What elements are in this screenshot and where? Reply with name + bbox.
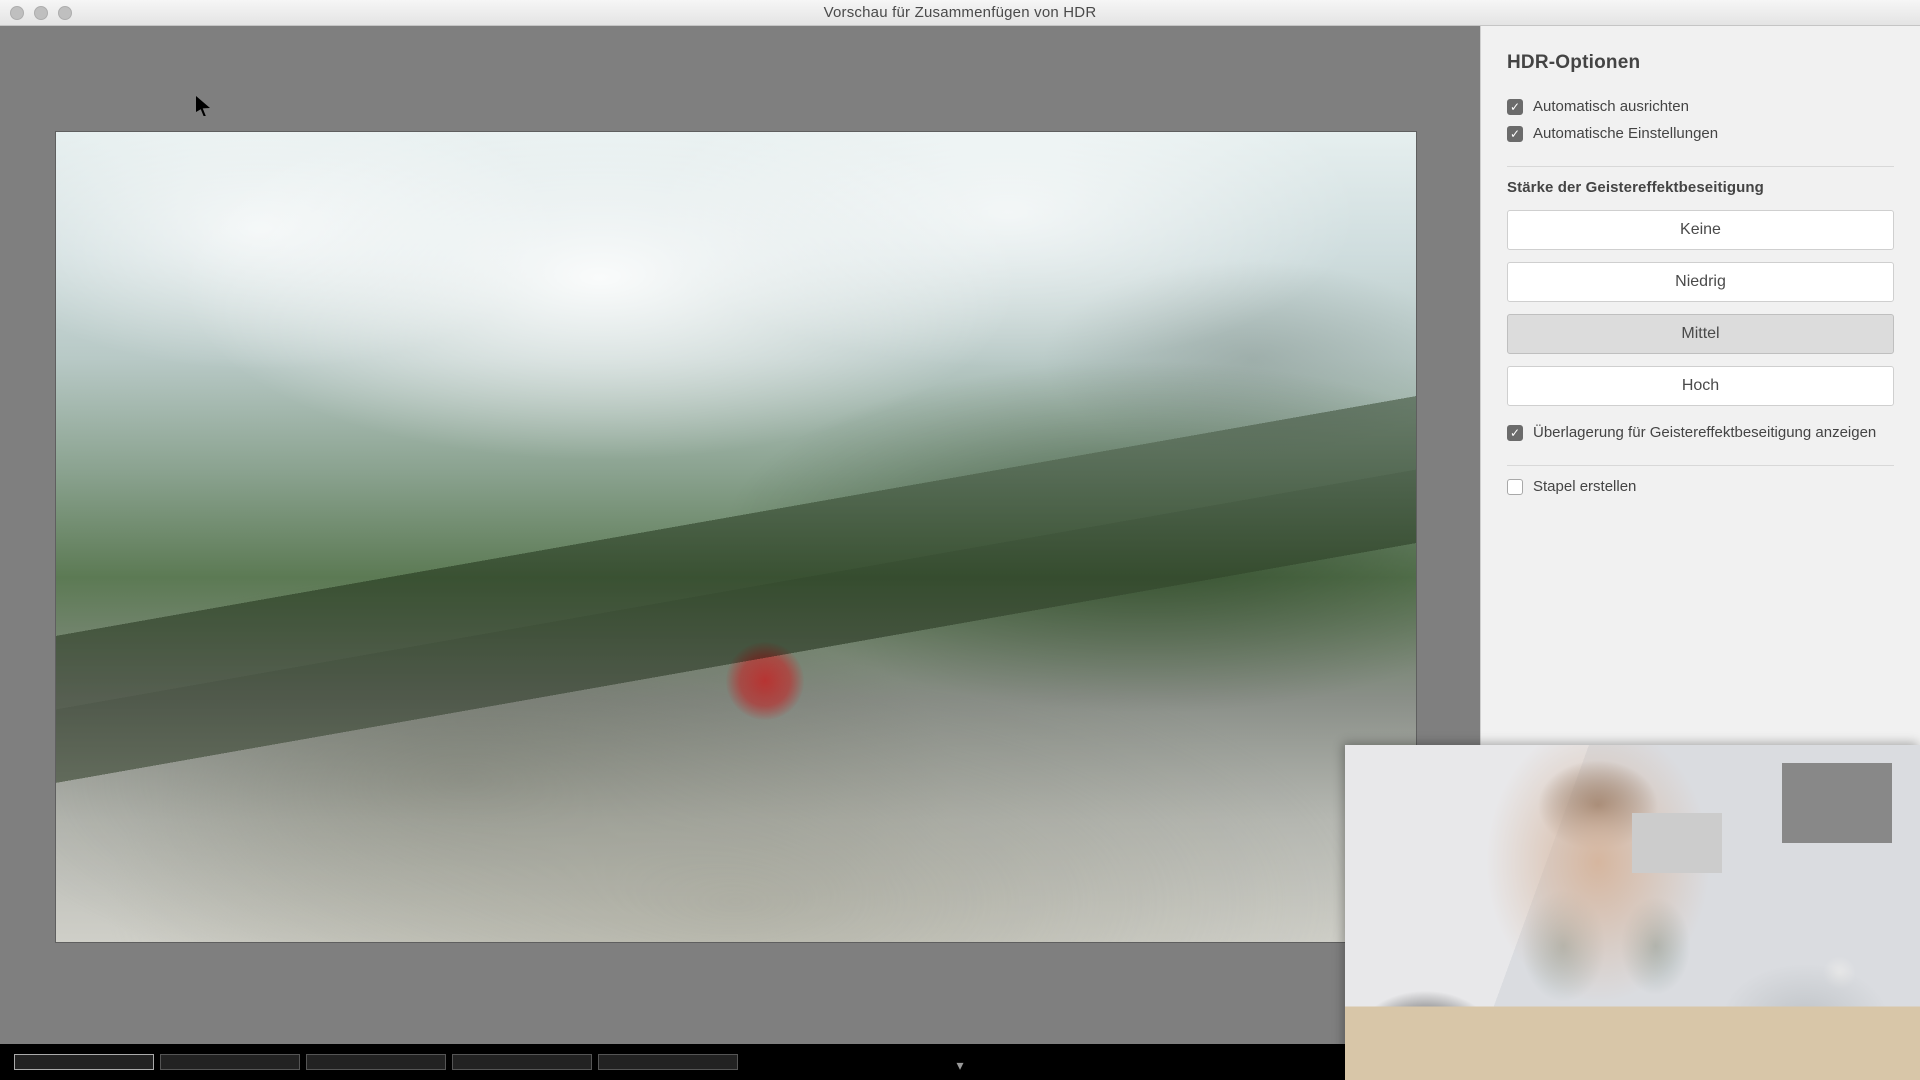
divider bbox=[1507, 465, 1894, 466]
merged-hdr-preview-image[interactable] bbox=[56, 132, 1416, 942]
window-title: Vorschau für Zusammenfügen von HDR bbox=[824, 4, 1097, 21]
filmstrip-thumb[interactable] bbox=[452, 1054, 592, 1070]
filmstrip-thumb[interactable] bbox=[160, 1054, 300, 1070]
presenter-webcam-overlay bbox=[1345, 745, 1920, 1080]
divider bbox=[1507, 166, 1894, 167]
show-deghost-overlay-option[interactable]: Überlagerung für Geistereffektbeseitigun… bbox=[1507, 424, 1894, 441]
auto-align-label: Automatisch ausrichten bbox=[1533, 98, 1689, 115]
close-icon[interactable] bbox=[10, 6, 24, 20]
deghost-high-button[interactable]: Hoch bbox=[1507, 366, 1894, 406]
create-stack-label: Stapel erstellen bbox=[1533, 478, 1636, 495]
checkbox-icon[interactable] bbox=[1507, 99, 1523, 115]
titlebar: Vorschau für Zusammenfügen von HDR bbox=[0, 0, 1920, 26]
create-stack-option[interactable]: Stapel erstellen bbox=[1507, 478, 1894, 495]
hdr-merge-preview-window: Vorschau für Zusammenfügen von HDR HDR-O… bbox=[0, 0, 1920, 1080]
deghost-low-button[interactable]: Niedrig bbox=[1507, 262, 1894, 302]
deghost-section-label: Stärke der Geistereffektbeseitigung bbox=[1507, 179, 1894, 196]
window-controls bbox=[10, 6, 72, 20]
filmstrip-thumb[interactable] bbox=[598, 1054, 738, 1070]
show-deghost-overlay-label: Überlagerung für Geistereffektbeseitigun… bbox=[1533, 424, 1876, 441]
auto-settings-option[interactable]: Automatische Einstellungen bbox=[1507, 125, 1894, 142]
preview-area bbox=[0, 26, 1480, 1080]
deghost-overlay-marker bbox=[726, 642, 804, 720]
panel-title: HDR-Optionen bbox=[1507, 52, 1894, 74]
checkbox-icon[interactable] bbox=[1507, 425, 1523, 441]
checkbox-icon[interactable] bbox=[1507, 479, 1523, 495]
filmstrip-thumb[interactable] bbox=[14, 1054, 154, 1070]
checkbox-icon[interactable] bbox=[1507, 126, 1523, 142]
filmstrip-thumb[interactable] bbox=[306, 1054, 446, 1070]
auto-settings-label: Automatische Einstellungen bbox=[1533, 125, 1718, 142]
filmstrip-toggle-icon[interactable]: ▾ bbox=[956, 1057, 963, 1074]
auto-align-option[interactable]: Automatisch ausrichten bbox=[1507, 98, 1894, 115]
minimize-icon[interactable] bbox=[34, 6, 48, 20]
deghost-none-button[interactable]: Keine bbox=[1507, 210, 1894, 250]
zoom-icon[interactable] bbox=[58, 6, 72, 20]
deghost-medium-button[interactable]: Mittel bbox=[1507, 314, 1894, 354]
